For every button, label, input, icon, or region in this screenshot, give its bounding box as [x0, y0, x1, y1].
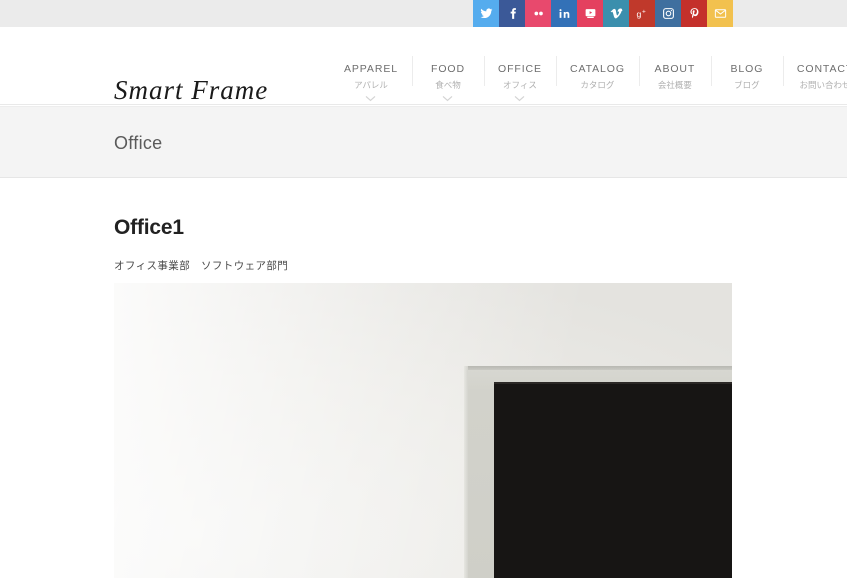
nav-item-label-en: CATALOG [569, 63, 625, 75]
youtube-icon[interactable] [577, 0, 603, 27]
twitter-icon[interactable] [473, 0, 499, 27]
nav-item-label-jp: ブログ [734, 80, 760, 90]
page-title-band: Office [0, 106, 847, 178]
photo-monitor-left-edge [464, 366, 468, 578]
nav-item-label-en: BLOG [730, 63, 764, 75]
nav-item-label-jp: 会社概要 [657, 80, 692, 90]
nav-item-office[interactable]: OFFICE オフィス [483, 41, 556, 105]
chevron-down-icon [498, 95, 542, 105]
nav-caret-placeholder [797, 95, 847, 105]
email-icon[interactable] [707, 0, 733, 27]
site-logo[interactable]: Smart Frame [114, 75, 268, 106]
nav-item-about[interactable]: ABOUT 会社概要 [638, 41, 711, 105]
svg-text:g: g [636, 9, 641, 19]
nav-item-catalog[interactable]: CATALOG カタログ [555, 41, 639, 105]
chevron-down-icon [426, 95, 470, 105]
nav-item-label-en: OFFICE [498, 63, 542, 75]
social-links-list: g + [473, 0, 733, 27]
googleplus-icon[interactable]: g + [629, 0, 655, 27]
main-navigation: APPAREL アパレル FOOD 食べ物 OFFICE オフィス CATALOG カタログ A… [330, 41, 847, 102]
linkedin-icon[interactable] [551, 0, 577, 27]
site-header: Smart Frame APPAREL アパレル FOOD 食べ物 OFFICE オフィス… [0, 27, 847, 105]
vimeo-icon[interactable] [603, 0, 629, 27]
entry-meta: オフィス事業部 ソフトウェア部門 [114, 260, 289, 272]
facebook-icon[interactable] [499, 0, 525, 27]
flickr-icon[interactable] [525, 0, 551, 27]
entry-title: Office1 [114, 216, 184, 239]
nav-item-label-en: CONTACT [796, 63, 847, 75]
nav-caret-placeholder [570, 95, 625, 105]
nav-item-label-en: FOOD [431, 63, 465, 75]
page-root: g + Smart Frame APPAREL アパレル FOOD 食べ物 OFFICE オ… [0, 0, 847, 578]
photo-monitor-screen [494, 382, 732, 578]
pinterest-icon[interactable] [681, 0, 707, 27]
svg-text:+: + [641, 9, 645, 16]
page-title: Office [114, 133, 163, 153]
nav-item-food[interactable]: FOOD 食べ物 [411, 41, 484, 105]
nav-item-apparel[interactable]: APPAREL アパレル [330, 41, 412, 105]
entry-photo[interactable] [114, 283, 732, 578]
instagram-icon[interactable] [655, 0, 681, 27]
nav-item-contact[interactable]: CONTACT お問い合わせ [782, 41, 847, 105]
nav-item-label-en: ABOUT [654, 63, 696, 75]
nav-item-label-jp: オフィス [503, 80, 537, 90]
nav-item-label-jp: カタログ [580, 80, 615, 90]
nav-item-blog[interactable]: BLOG ブログ [710, 41, 783, 105]
nav-item-label-en: APPAREL [344, 63, 398, 75]
chevron-down-icon [344, 95, 398, 105]
nav-item-label-jp: 食べ物 [435, 80, 461, 90]
nav-item-label-jp: お問い合わせ [799, 80, 847, 90]
nav-caret-placeholder [725, 95, 769, 105]
nav-caret-placeholder [653, 95, 697, 105]
main-content: Office1 オフィス事業部 ソフトウェア部門 [0, 179, 847, 578]
top-social-bar: g + [0, 0, 847, 27]
nav-item-label-jp: アパレル [354, 80, 388, 90]
